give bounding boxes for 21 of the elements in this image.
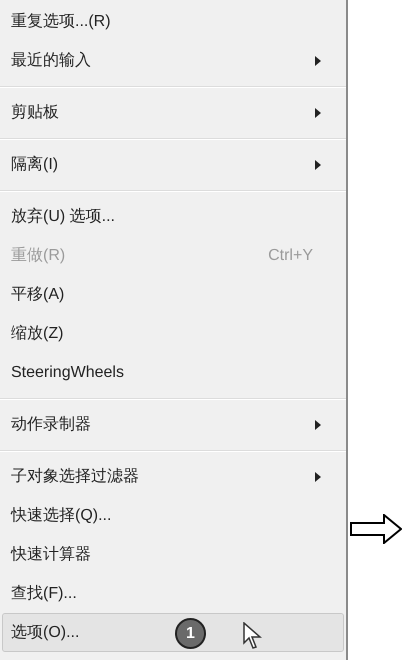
menu-item[interactable]: 快速计算器 <box>2 535 344 574</box>
shortcut-text: Ctrl+Y <box>268 246 313 266</box>
submenu-arrow-icon <box>315 56 321 66</box>
submenu-arrow-icon <box>315 108 321 118</box>
menu-item[interactable]: 重复选项...(R) <box>2 2 344 41</box>
menu-item[interactable]: 快速选择(Q)... <box>2 496 344 535</box>
menu-item[interactable]: 缩放(Z) <box>2 314 344 353</box>
menu-item[interactable]: 子对象选择过滤器 <box>2 457 344 496</box>
submenu-arrow-icon <box>315 160 321 170</box>
menu-item[interactable]: 隔离(I) <box>2 145 344 184</box>
menu-item[interactable]: 剪贴板 <box>2 93 344 132</box>
submenu-arrow-icon <box>315 420 321 430</box>
menu-item[interactable]: 最近的输入 <box>2 41 344 80</box>
menu-item[interactable]: 选项(O)... 1 <box>2 613 344 652</box>
callout-badge: 1 <box>175 618 206 649</box>
menu-item[interactable]: SteeringWheels <box>2 353 344 392</box>
menu-item[interactable]: 放弃(U) 选项... <box>2 197 344 236</box>
menu-item[interactable]: 查找(F)... <box>2 574 344 613</box>
submenu-arrow-icon <box>315 472 321 482</box>
menu-item[interactable]: 动作录制器 <box>2 405 344 444</box>
menu-item[interactable]: 平移(A) <box>2 275 344 314</box>
